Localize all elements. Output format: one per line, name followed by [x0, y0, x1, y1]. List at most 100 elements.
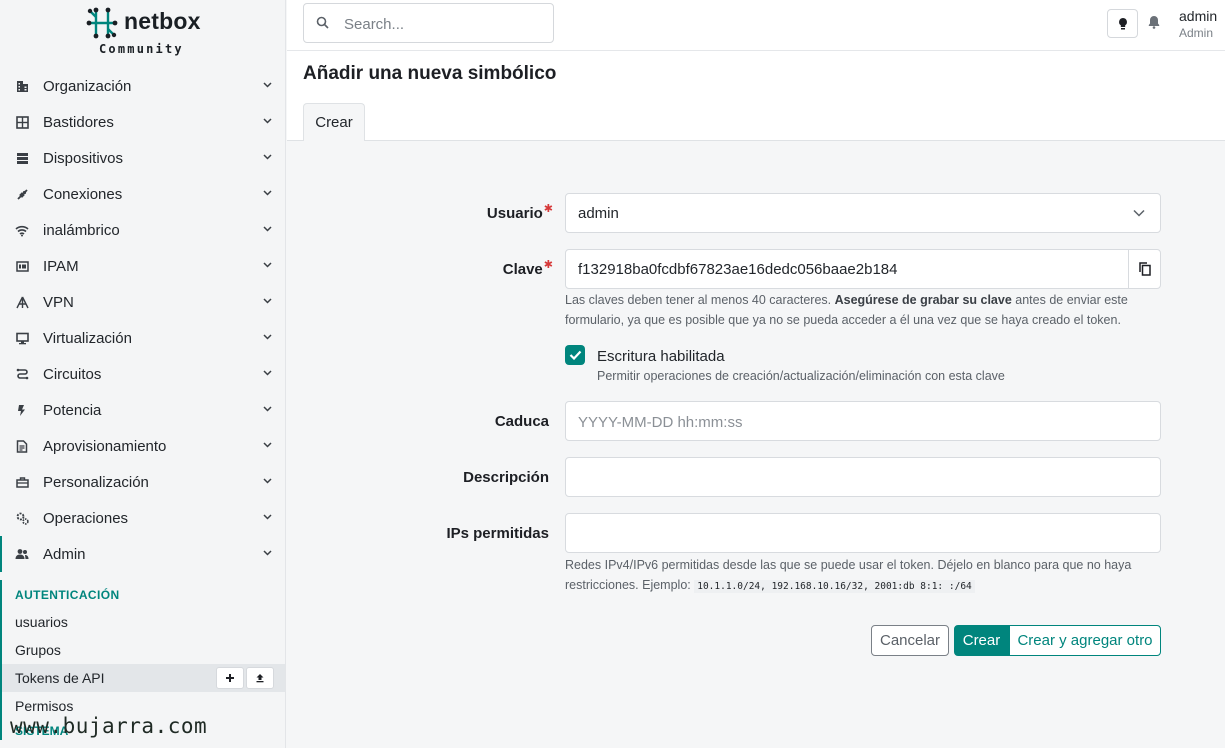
sidebar-item-label: Circuitos — [43, 365, 102, 383]
plus-icon — [226, 674, 234, 682]
user-field-label: Usuario✱ — [486, 203, 553, 222]
chevron-down-icon — [263, 334, 272, 340]
submenu-item-actions — [216, 667, 274, 689]
submenu-item-label: Tokens de API — [15, 670, 105, 686]
import-token-button[interactable] — [246, 667, 274, 689]
sidebar-item-organizacion[interactable]: Organización — [0, 68, 285, 104]
allowed-ips-input[interactable] — [578, 523, 1138, 545]
sidebar-item-label: Admin — [43, 545, 86, 563]
section-heading-autenticacion: AUTENTICACIÓN — [15, 588, 120, 602]
sidebar-item-label: Conexiones — [43, 185, 123, 203]
domain-icon — [15, 79, 29, 93]
file-document-icon — [15, 439, 29, 453]
sidebar-item-bastidores[interactable]: Bastidores — [0, 104, 285, 140]
lightbulb-icon — [1118, 17, 1127, 29]
page-header: Añadir una nueva simbólico Crear — [287, 51, 1225, 141]
sidebar-item-admin[interactable]: Admin — [0, 536, 285, 572]
chevron-down-icon — [263, 406, 272, 412]
search-input[interactable] — [344, 13, 544, 35]
sidebar-item-operaciones[interactable]: Operaciones — [0, 500, 285, 536]
key-value[interactable]: f132918ba0fcdbf67823ae16dedc056baae2b184 — [578, 261, 897, 278]
user-select-value: admin — [578, 205, 619, 222]
sidebar-item-dispositivos[interactable]: Dispositivos — [0, 140, 285, 176]
description-input[interactable] — [578, 467, 1138, 489]
sidebar-item-vpn[interactable]: VPN — [0, 284, 285, 320]
chevron-down-icon — [263, 370, 272, 376]
search-icon — [316, 16, 329, 29]
copy-button[interactable] — [1128, 250, 1160, 288]
chevron-down-icon — [263, 442, 272, 448]
chevron-down-icon — [263, 514, 272, 520]
sidebar-item-label: Operaciones — [43, 509, 129, 527]
sidebar: netbox Community Organización Bastidores… — [0, 0, 286, 748]
cancel-button[interactable]: Cancelar — [871, 625, 949, 656]
user-name[interactable]: admin — [1179, 8, 1217, 24]
sidebar-item-label: Bastidores — [43, 113, 114, 131]
upload-icon — [256, 674, 264, 683]
brand-logo[interactable]: netbox Community — [0, 0, 285, 62]
sidebar-item-virtualizacion[interactable]: Virtualización — [0, 320, 285, 356]
add-token-button[interactable] — [216, 667, 244, 689]
sidebar-item-label: Potencia — [43, 401, 102, 419]
allowed-ips-example: 10.1.1.0/24, 192.168.10.16/32, 2001:db 8… — [694, 580, 975, 593]
bell-icon[interactable] — [1148, 15, 1160, 29]
tab-crear[interactable]: Crear — [303, 103, 365, 141]
expires-field[interactable] — [565, 401, 1161, 441]
expires-input[interactable] — [578, 411, 1138, 433]
sidebar-item-circuitos[interactable]: Circuitos — [0, 356, 285, 392]
chevron-down-icon — [263, 154, 272, 160]
rack-icon — [15, 115, 29, 129]
create-and-add-another-button[interactable]: Crear y agregar otro — [1009, 625, 1161, 656]
chevron-down-icon — [263, 298, 272, 304]
tunnel-icon — [15, 295, 29, 309]
allowed-ips-field-label: IPs permitidas — [446, 525, 549, 542]
brand-name: netbox — [124, 8, 201, 34]
submenu-item-tokens-de-api[interactable]: Tokens de API — [2, 664, 285, 692]
sidebar-item-inalambrico[interactable]: inalámbrico — [0, 212, 285, 248]
key-field-label: Clave✱ — [502, 259, 553, 278]
cogs-icon — [15, 511, 29, 525]
write-enabled-checkbox[interactable] — [565, 345, 585, 365]
wifi-icon — [15, 223, 29, 237]
chevron-down-icon — [263, 550, 272, 556]
key-field[interactable]: f132918ba0fcdbf67823ae16dedc056baae2b184 — [565, 249, 1161, 289]
search-box[interactable] — [303, 3, 554, 43]
brand-edition: Community — [99, 42, 184, 56]
server-icon — [15, 151, 29, 165]
chevron-down-icon — [263, 478, 272, 484]
sidebar-item-personalizacion[interactable]: Personalización — [0, 464, 285, 500]
sidebar-item-potencia[interactable]: Potencia — [0, 392, 285, 428]
netbox-logo-icon — [86, 7, 118, 39]
description-field[interactable] — [565, 457, 1161, 497]
sidebar-item-conexiones[interactable]: Conexiones — [0, 176, 285, 212]
connection-icon — [15, 187, 29, 201]
allowed-ips-help-text: Redes IPv4/IPv6 permitidas desde las que… — [565, 558, 1132, 593]
submenu-item-grupos[interactable]: Grupos — [2, 636, 285, 664]
write-enabled-label[interactable]: Escritura habilitada — [597, 348, 725, 365]
create-button[interactable]: Crear — [954, 625, 1009, 656]
sidebar-item-aprovisionamiento[interactable]: Aprovisionamiento — [0, 428, 285, 464]
sidebar-item-label: IPAM — [43, 257, 79, 275]
sidebar-item-label: Virtualización — [43, 329, 132, 347]
sidebar-item-label: Aprovisionamiento — [43, 437, 167, 455]
key-help-text: Las claves deben tener al menos 40 carac… — [565, 293, 1128, 327]
sidebar-nav: Organización Bastidores Dispositivos Con… — [0, 68, 285, 572]
chevron-down-icon — [263, 82, 272, 88]
counter-icon — [15, 259, 29, 273]
copy-icon — [1138, 262, 1151, 276]
required-asterisk: ✱ — [543, 203, 553, 215]
sidebar-item-label: Organización — [43, 77, 132, 95]
chevron-down-icon — [1133, 209, 1145, 217]
required-asterisk: ✱ — [543, 259, 553, 271]
submenu-item-usuarios[interactable]: usuarios — [2, 608, 285, 636]
page-title: Añadir una nueva simbólico — [303, 63, 557, 84]
write-enabled-help: Permitir operaciones de creación/actuali… — [597, 369, 1005, 383]
allowed-ips-field[interactable] — [565, 513, 1161, 553]
check-icon — [569, 350, 581, 360]
chevron-down-icon — [263, 226, 272, 232]
sidebar-item-ipam[interactable]: IPAM — [0, 248, 285, 284]
transit-icon — [15, 367, 29, 381]
chevron-down-icon — [263, 190, 272, 196]
user-select[interactable]: admin — [565, 193, 1161, 233]
theme-toggle-button[interactable] — [1107, 9, 1138, 38]
